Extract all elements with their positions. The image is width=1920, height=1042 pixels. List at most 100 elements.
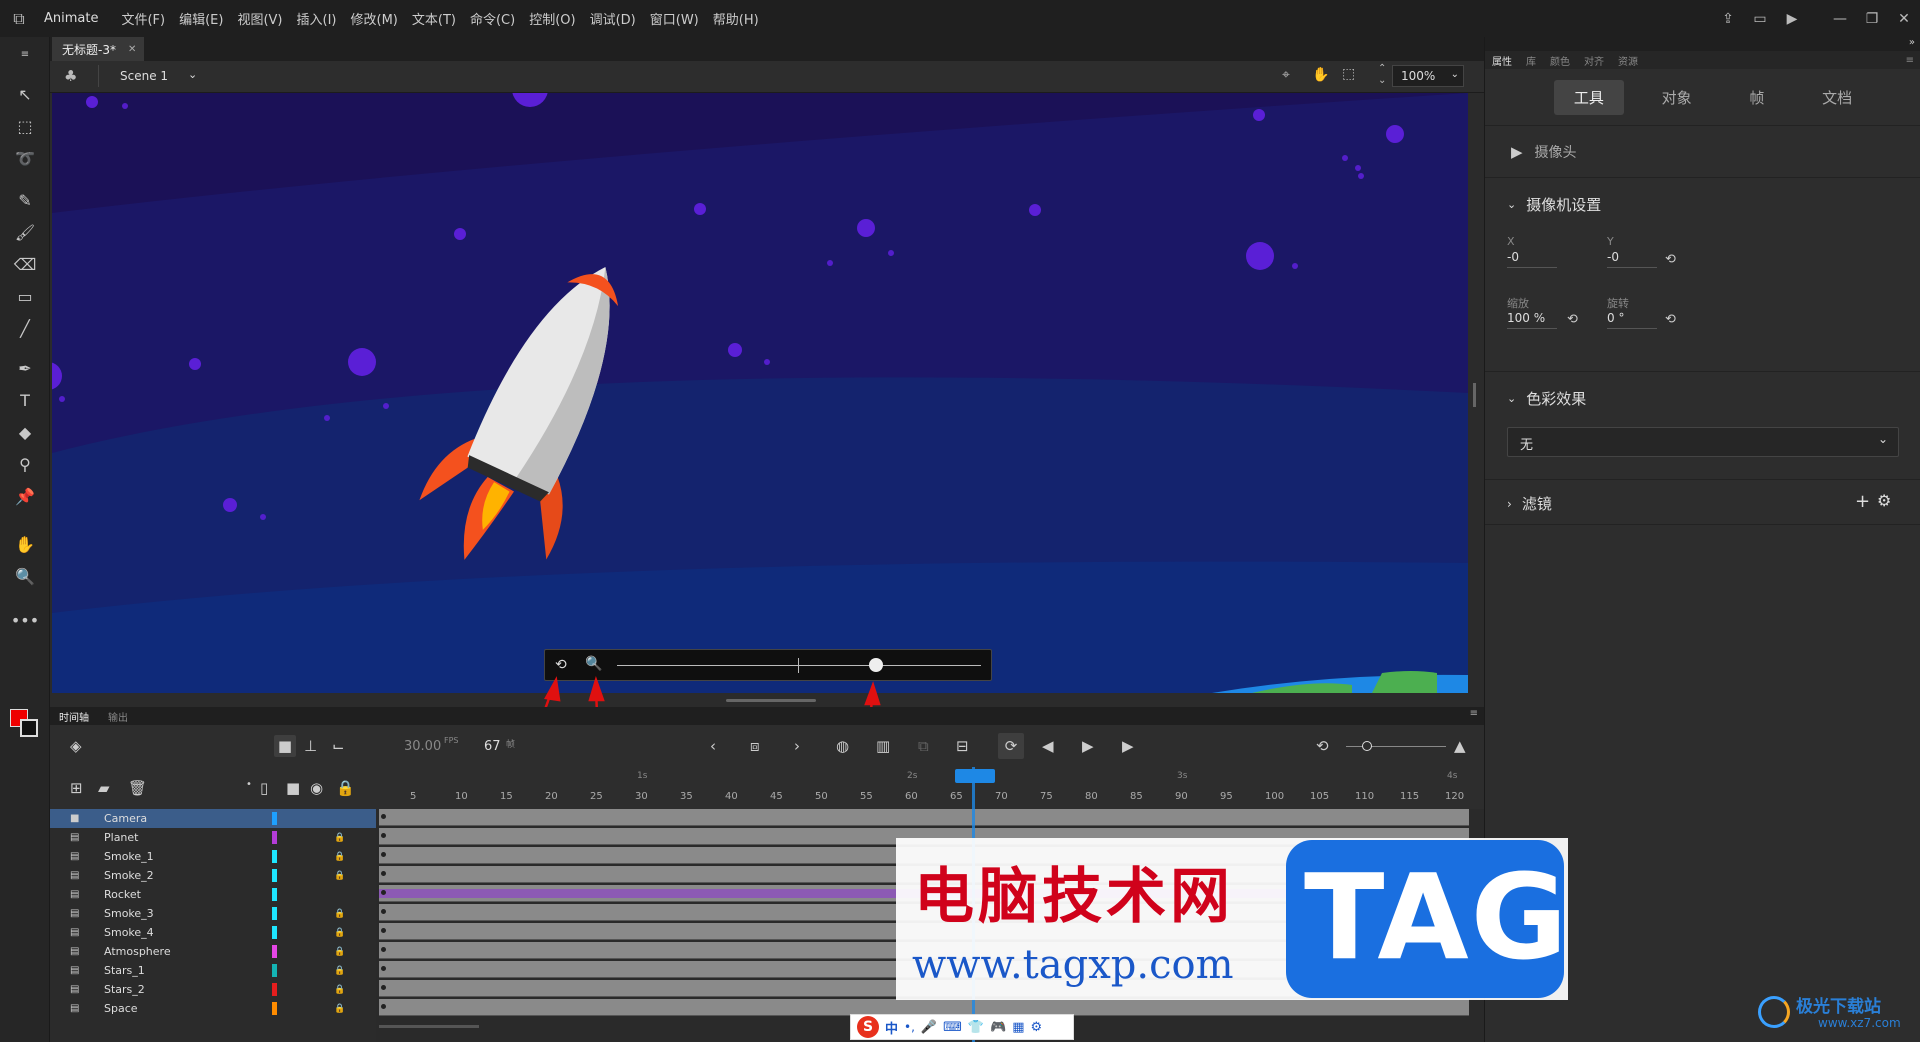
more-tools-icon[interactable]: ••• xyxy=(11,607,39,633)
pen-tool-icon[interactable]: ✒ xyxy=(12,355,38,381)
tools-collapse-icon[interactable]: ≡ xyxy=(12,41,38,67)
panel-collapse-icon[interactable]: » xyxy=(1909,37,1915,48)
subtab-document[interactable]: 文档 xyxy=(1802,80,1872,115)
menu-insert[interactable]: 插入(I) xyxy=(290,9,344,28)
layer-color-swatch[interactable] xyxy=(272,945,277,958)
timeline-menu-icon[interactable]: ≡ xyxy=(1470,708,1478,719)
ime-mode[interactable]: 中 xyxy=(885,1018,898,1037)
layer-row[interactable]: ▤ Rocket xyxy=(50,885,376,904)
close-tab-icon[interactable]: ✕ xyxy=(128,44,136,55)
layer-lock-icon[interactable]: 🔒 xyxy=(334,833,345,843)
layer-lock-icon[interactable]: 🔒 xyxy=(334,928,345,938)
new-folder-icon[interactable]: ▰ xyxy=(98,779,110,797)
scene-name[interactable]: Scene 1 xyxy=(120,69,168,83)
layer-row[interactable]: ■ Camera xyxy=(50,809,376,828)
playhead-marker[interactable] xyxy=(955,769,995,783)
menu-view[interactable]: 视图(V) xyxy=(230,9,289,28)
layer-row[interactable]: ▤ Atmosphere 🔒 xyxy=(50,942,376,961)
layer-name[interactable]: Smoke_2 xyxy=(104,869,154,882)
fit-timeline-icon[interactable]: ▲ xyxy=(1454,737,1466,755)
layer-row[interactable]: ▤ Stars_1 🔒 xyxy=(50,961,376,980)
layer-lock-icon[interactable]: 🔒 xyxy=(334,966,345,976)
keyframe[interactable] xyxy=(381,909,386,914)
menu-text[interactable]: 文本(T) xyxy=(405,9,463,28)
workspace-icon[interactable]: ▭ xyxy=(1744,11,1776,27)
layer-depth-icon[interactable]: ⊥ xyxy=(304,737,317,755)
fill-color-swatch[interactable] xyxy=(20,719,38,737)
filters-header[interactable]: › 滤镜 xyxy=(1507,493,1552,514)
layer-name[interactable]: Space xyxy=(104,1002,138,1015)
keyframe[interactable] xyxy=(381,852,386,857)
layer-lock-icon[interactable]: 🔒 xyxy=(334,852,345,862)
highlight-dot-icon[interactable]: • xyxy=(246,779,252,790)
keyframe[interactable] xyxy=(381,1004,386,1009)
edit-symbols-icon[interactable]: ♣ xyxy=(64,67,77,85)
app-switch-icon[interactable]: ⧉ xyxy=(0,0,38,37)
ime-game-icon[interactable]: 🎮 xyxy=(990,1020,1006,1035)
add-filter-icon[interactable]: + xyxy=(1855,491,1870,512)
clip-stage-icon[interactable]: ⬚ xyxy=(1342,66,1355,82)
keyframe[interactable] xyxy=(381,814,386,819)
color-effect-select[interactable]: 无 ⌄ xyxy=(1507,427,1899,457)
subtab-object[interactable]: 对象 xyxy=(1642,80,1712,115)
restore-icon[interactable]: ❐ xyxy=(1856,11,1888,27)
layer-color-swatch[interactable] xyxy=(272,831,277,844)
y-field[interactable]: -0 xyxy=(1607,250,1657,268)
scene-dropdown-icon[interactable]: ⌄ xyxy=(188,68,197,81)
create-tween-icon[interactable]: ⧉ xyxy=(918,737,929,755)
selection-tool-icon[interactable]: ↖ xyxy=(12,81,38,107)
zoom-field[interactable]: 100% ⌄ xyxy=(1392,65,1464,87)
frames-hscrollbar[interactable] xyxy=(379,1025,479,1028)
layer-color-swatch[interactable] xyxy=(272,812,277,825)
subtab-tool[interactable]: 工具 xyxy=(1553,79,1624,115)
minimize-icon[interactable]: — xyxy=(1824,11,1856,27)
layer-name[interactable]: Atmosphere xyxy=(104,945,171,958)
step-back-icon[interactable]: ◀ xyxy=(1042,737,1054,755)
share-icon[interactable]: ⇪ xyxy=(1712,11,1744,27)
tab-properties[interactable]: 属性 xyxy=(1485,53,1519,68)
layer-name[interactable]: Planet xyxy=(104,831,138,844)
undo-zoom-icon[interactable]: ⟲ xyxy=(1316,737,1329,755)
free-transform-tool-icon[interactable]: ⬚ xyxy=(12,113,38,139)
onion-skin-icon[interactable]: ◍ xyxy=(836,737,849,755)
stage[interactable] xyxy=(52,93,1468,693)
reset-zoom-icon[interactable]: ⟲ xyxy=(1567,312,1578,327)
layer-row[interactable]: ▤ Smoke_1 🔒 xyxy=(50,847,376,866)
menu-debug[interactable]: 调试(D) xyxy=(583,9,643,28)
menu-help[interactable]: 帮助(H) xyxy=(706,9,766,28)
rotate-field[interactable]: 0 ° xyxy=(1607,311,1657,329)
lock-icon[interactable]: 🔒 xyxy=(336,779,355,797)
keyframe[interactable] xyxy=(381,966,386,971)
color-effect-header[interactable]: ⌄ 色彩效果 xyxy=(1507,388,1586,409)
panel-resize-handle[interactable] xyxy=(726,699,816,702)
timeline-zoom-handle[interactable] xyxy=(1362,741,1372,751)
graph-icon[interactable]: ⌙ xyxy=(332,737,345,755)
filter-settings-icon[interactable]: ⚙ xyxy=(1877,491,1891,510)
tab-library[interactable]: 库 xyxy=(1519,53,1543,68)
camera-zoom-icon[interactable]: 🔍 xyxy=(585,656,602,672)
layer-lock-icon[interactable]: 🔒 xyxy=(334,1004,345,1014)
stage-scrollbar[interactable] xyxy=(1468,93,1482,693)
layers-icon[interactable]: ◈ xyxy=(70,737,82,755)
camera-slider-handle[interactable] xyxy=(869,658,883,672)
menu-control[interactable]: 控制(O) xyxy=(522,9,582,28)
frame-row[interactable] xyxy=(379,809,1469,826)
delete-layer-icon[interactable]: 🗑 xyxy=(128,779,147,797)
layer-row[interactable]: ▤ Stars_2 🔒 xyxy=(50,980,376,999)
keyframe[interactable] xyxy=(381,928,386,933)
layer-color-swatch[interactable] xyxy=(272,907,277,920)
next-keyframe-icon[interactable]: › xyxy=(794,737,800,755)
new-layer-icon[interactable]: ⊞ xyxy=(70,779,83,797)
loop-icon[interactable]: ⟳ xyxy=(998,733,1024,759)
reset-rotation-icon[interactable]: ⟲ xyxy=(1665,312,1676,327)
panel-menu-icon[interactable]: ≡ xyxy=(1899,55,1920,66)
layer-color-swatch[interactable] xyxy=(272,869,277,882)
layer-color-swatch[interactable] xyxy=(272,1002,277,1015)
edit-multiple-frames-icon[interactable]: ▥ xyxy=(876,737,890,755)
zoom-field[interactable]: 100 % xyxy=(1507,311,1557,329)
keyframe[interactable] xyxy=(381,890,386,895)
ime-apps-icon[interactable]: ▦ xyxy=(1012,1020,1024,1035)
insert-keyframe-icon[interactable]: ⧈ xyxy=(750,737,760,755)
keyframe[interactable] xyxy=(381,871,386,876)
menu-file[interactable]: 文件(F) xyxy=(114,9,172,28)
